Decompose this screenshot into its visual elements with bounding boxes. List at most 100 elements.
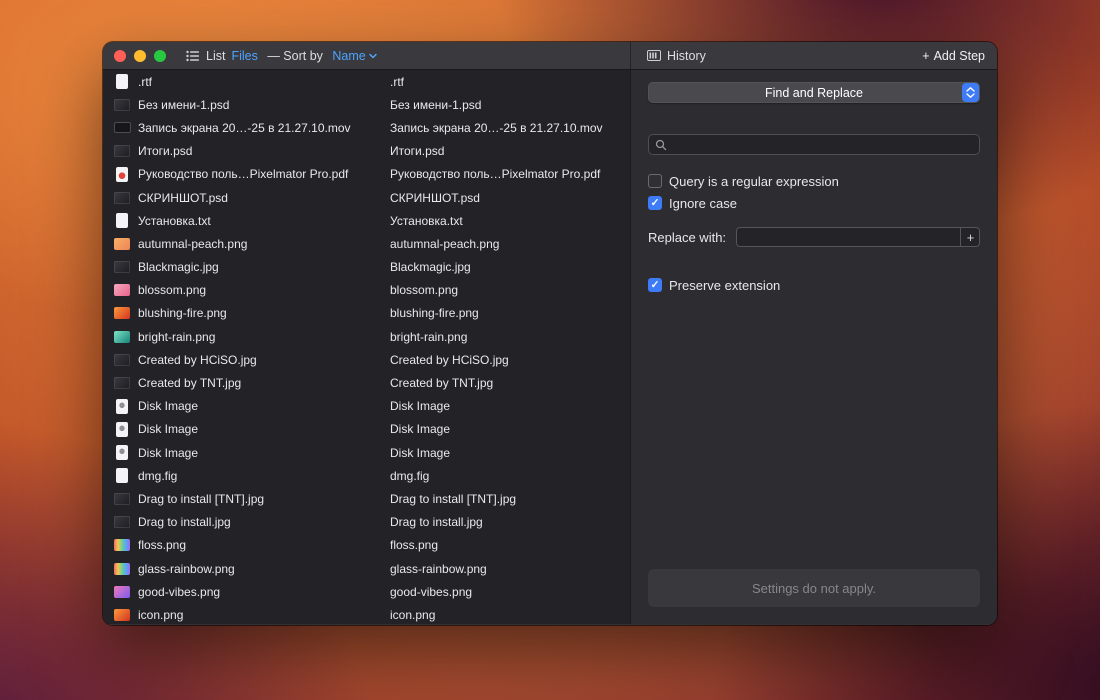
preserve-extension-checkbox[interactable] [648, 278, 662, 292]
sort-value: Name [332, 49, 365, 63]
add-step-label: Add Step [934, 49, 985, 63]
preserve-extension-checkbox-row[interactable]: Preserve extension [648, 277, 980, 293]
file-row[interactable]: autumnal-peach.png autumnal-peach.png [103, 232, 630, 255]
history-label: History [667, 49, 706, 63]
file-row[interactable]: Disk Image Disk Image [103, 418, 630, 441]
file-preview-name: Created by TNT.jpg [390, 376, 630, 390]
file-row[interactable]: СКРИНШОТ.psd СКРИНШОТ.psd [103, 186, 630, 209]
sort-menu-button[interactable]: Name [332, 49, 376, 63]
close-button[interactable] [114, 50, 126, 62]
file-name: dmg.fig [138, 469, 390, 483]
search-icon [655, 139, 667, 151]
file-row[interactable]: Руководство поль…Pixelmator Pro.pdf Руко… [103, 163, 630, 186]
file-row[interactable]: Disk Image Disk Image [103, 395, 630, 418]
file-row[interactable]: Drag to install.jpg Drag to install.jpg [103, 511, 630, 534]
list-icon [186, 50, 200, 62]
file-row[interactable]: bright-rain.png bright-rain.png [103, 325, 630, 348]
file-name: Руководство поль…Pixelmator Pro.pdf [138, 167, 390, 181]
file-row[interactable]: Установка.txt Установка.txt [103, 209, 630, 232]
file-preview-name: СКРИНШОТ.psd [390, 191, 630, 205]
replace-with-row: Replace with: + [648, 227, 980, 247]
file-row[interactable]: Blackmagic.jpg Blackmagic.jpg [103, 256, 630, 279]
file-icon [113, 561, 131, 577]
file-preview-name: Запись экрана 20…-25 в 21.27.10.mov [390, 121, 630, 135]
file-icon [113, 190, 131, 206]
titlebar: List Files — Sort by Name History + Add … [103, 42, 997, 70]
file-list: .rtf .rtf Без имени-1.psd Без имени-1.ps… [103, 70, 630, 624]
file-row[interactable]: Запись экрана 20…-25 в 21.27.10.mov Запи… [103, 116, 630, 139]
file-row[interactable]: Drag to install [TNT].jpg Drag to instal… [103, 487, 630, 510]
file-preview-name: Created by HCiSO.jpg [390, 353, 630, 367]
file-icon [113, 375, 131, 391]
file-name: blushing-fire.png [138, 306, 390, 320]
file-row[interactable]: icon.png icon.png [103, 603, 630, 624]
find-query-field[interactable] [648, 134, 980, 155]
file-name: СКРИНШОТ.psd [138, 191, 390, 205]
replace-with-input[interactable] [736, 230, 960, 244]
file-row[interactable]: dmg.fig dmg.fig [103, 464, 630, 487]
file-row[interactable]: Created by HCiSO.jpg Created by HCiSO.jp… [103, 348, 630, 371]
regex-checkbox-label: Query is a regular expression [669, 174, 839, 189]
ignore-case-checkbox-row[interactable]: Ignore case [648, 195, 980, 211]
file-icon [113, 514, 131, 530]
file-icon [113, 213, 131, 229]
regex-checkbox[interactable] [648, 174, 662, 188]
file-preview-name: Disk Image [390, 422, 630, 436]
file-name: glass-rainbow.png [138, 562, 390, 576]
file-row[interactable]: Created by TNT.jpg Created by TNT.jpg [103, 371, 630, 394]
ignore-case-checkbox[interactable] [648, 196, 662, 210]
preserve-extension-checkbox-label: Preserve extension [669, 278, 780, 293]
file-row[interactable]: glass-rainbow.png glass-rainbow.png [103, 557, 630, 580]
plus-icon: + [922, 49, 929, 63]
step-type-value: Find and Replace [765, 86, 863, 100]
traffic-lights [114, 50, 166, 62]
replace-with-field[interactable]: + [736, 227, 980, 247]
replace-with-label: Replace with: [648, 230, 726, 245]
file-icon [113, 166, 131, 182]
file-icon [113, 236, 131, 252]
file-row[interactable]: good-vibes.png good-vibes.png [103, 580, 630, 603]
file-preview-name: dmg.fig [390, 469, 630, 483]
file-row[interactable]: blossom.png blossom.png [103, 279, 630, 302]
file-row[interactable]: Disk Image Disk Image [103, 441, 630, 464]
file-icon [113, 74, 131, 90]
file-preview-name: autumnal-peach.png [390, 237, 630, 251]
file-preview-name: Drag to install [TNT].jpg [390, 492, 630, 506]
file-icon [113, 120, 131, 136]
step-type-select[interactable]: Find and Replace [648, 82, 980, 103]
file-row[interactable]: blushing-fire.png blushing-fire.png [103, 302, 630, 325]
file-name: .rtf [138, 75, 390, 89]
file-name: Итоги.psd [138, 144, 390, 158]
file-preview-name: Руководство поль…Pixelmator Pro.pdf [390, 167, 630, 181]
zoom-button[interactable] [154, 50, 166, 62]
file-icon [113, 421, 131, 437]
file-row[interactable]: Без имени-1.psd Без имени-1.psd [103, 93, 630, 116]
list-label: List [206, 49, 225, 63]
file-preview-name: Без имени-1.psd [390, 98, 630, 112]
file-row[interactable]: Итоги.psd Итоги.psd [103, 140, 630, 163]
files-menu-button[interactable]: Files [231, 49, 257, 63]
chevron-down-icon [369, 53, 377, 59]
file-name: Disk Image [138, 422, 390, 436]
titlebar-right: History + Add Step [630, 42, 997, 69]
find-query-input[interactable] [672, 138, 973, 152]
file-icon [113, 468, 131, 484]
file-icon [113, 97, 131, 113]
add-token-button[interactable]: + [960, 227, 980, 247]
regex-checkbox-row[interactable]: Query is a regular expression [648, 173, 980, 189]
file-icon [113, 584, 131, 600]
file-name: icon.png [138, 608, 390, 622]
file-preview-name: Disk Image [390, 446, 630, 460]
file-preview-name: floss.png [390, 538, 630, 552]
file-icon [113, 282, 131, 298]
add-step-button[interactable]: + Add Step [922, 49, 985, 63]
file-row[interactable]: floss.png floss.png [103, 534, 630, 557]
file-name: blossom.png [138, 283, 390, 297]
file-preview-name: good-vibes.png [390, 585, 630, 599]
file-preview-name: Disk Image [390, 399, 630, 413]
minimize-button[interactable] [134, 50, 146, 62]
file-row[interactable]: .rtf .rtf [103, 70, 630, 93]
file-icon [113, 305, 131, 321]
file-preview-name: Drag to install.jpg [390, 515, 630, 529]
file-name: floss.png [138, 538, 390, 552]
